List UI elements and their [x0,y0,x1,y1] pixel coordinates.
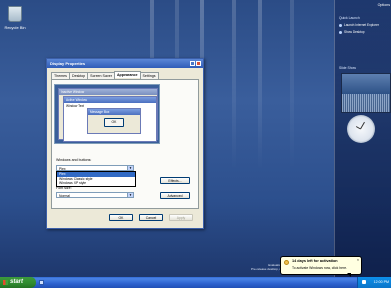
recycle-bin-label: Recycle Bin [4,25,26,30]
sidebar-item-label: Launch Internet Explorer [344,23,379,27]
display-properties-dialog: Display Properties Themes Desktop Screen… [46,58,204,229]
inactive-window-title: Inactive Window [59,89,157,95]
taskbar-clock[interactable]: 12:00 PM [374,277,389,288]
desktop-icon [339,30,342,34]
advanced-button[interactable]: Advanced [160,192,190,199]
appearance-panel: Inactive Window Active Window Window Tex… [51,79,199,209]
apply-button[interactable]: Apply [169,214,193,221]
recycle-bin-graphic [8,6,22,22]
preview-message-box: Message Box OK [87,108,141,134]
quick-launch-icon[interactable] [39,280,44,285]
dialog-title: Display Properties [50,61,86,66]
system-tray: 12:00 PM [357,277,391,288]
tab-settings[interactable]: Settings [139,72,159,79]
activation-balloon[interactable]: 14 days left for activation To activate … [280,256,362,277]
key-icon [284,260,289,265]
chevron-down-icon[interactable]: ▼ [127,166,133,170]
appearance-preview: Inactive Window Active Window Window Tex… [54,84,160,144]
close-icon[interactable]: × [357,258,359,262]
windows-buttons-label: Windows and buttons: [56,158,92,162]
windows-logo-icon [3,280,8,285]
slideshow-gadget[interactable] [341,73,391,113]
help-icon[interactable] [190,61,195,66]
desktop: Recycle Bin Options Quick Launch Launch … [0,0,391,288]
tray-icon[interactable] [362,280,366,284]
ie-icon [339,23,342,27]
tab-themes[interactable]: Themes [51,72,70,79]
recycle-bin-icon[interactable] [7,6,23,24]
windows-buttons-dropdown: Plex Windows Classic style Windows XP st… [56,171,136,187]
sidebar-item-show-desktop[interactable]: Show Desktop [339,30,365,34]
slideshow-title: Slide Show [339,66,356,70]
taskbar: start 12:00 PM [0,277,391,288]
effects-button[interactable]: Effects... [160,177,190,184]
chevron-down-icon[interactable]: ▼ [127,193,133,197]
wallpaper-streak [232,0,236,170]
ok-button[interactable]: OK [109,214,133,221]
preview-ok-button: OK [104,118,124,127]
message-box-title: Message Box [88,109,140,115]
slideshow-image [342,94,390,112]
quick-launch-title: Quick Launch [339,16,360,20]
sidebar: Options Quick Launch Launch Internet Exp… [334,0,391,277]
tab-screen-saver[interactable]: Screen Saver [87,72,115,79]
close-icon[interactable] [196,61,201,66]
balloon-body[interactable]: To activate Windows now, click here. [292,266,347,270]
sidebar-options[interactable]: Options [378,3,390,7]
dropdown-option[interactable]: Windows XP style [57,181,135,186]
font-size-value: Normal [59,194,70,198]
balloon-title: 14 days left for activation [292,259,338,263]
wallpaper-streak [258,0,262,170]
cancel-button[interactable]: Cancel [139,214,163,221]
sidebar-item-label: Show Desktop [344,30,365,34]
clock-gadget[interactable] [347,115,375,143]
dialog-titlebar[interactable]: Display Properties [47,59,203,68]
tab-strip: Themes Desktop Screen Saver Appearance S… [51,71,159,79]
start-label: start [10,279,24,285]
font-size-label: Font size: [56,186,72,190]
font-size-select[interactable]: Normal ▼ [56,192,134,198]
wallpaper-streak [290,0,294,170]
start-button[interactable]: start [0,277,36,288]
tab-desktop[interactable]: Desktop [68,72,89,79]
sidebar-item-ie[interactable]: Launch Internet Explorer [339,23,379,27]
tab-appearance[interactable]: Appearance [113,71,141,78]
